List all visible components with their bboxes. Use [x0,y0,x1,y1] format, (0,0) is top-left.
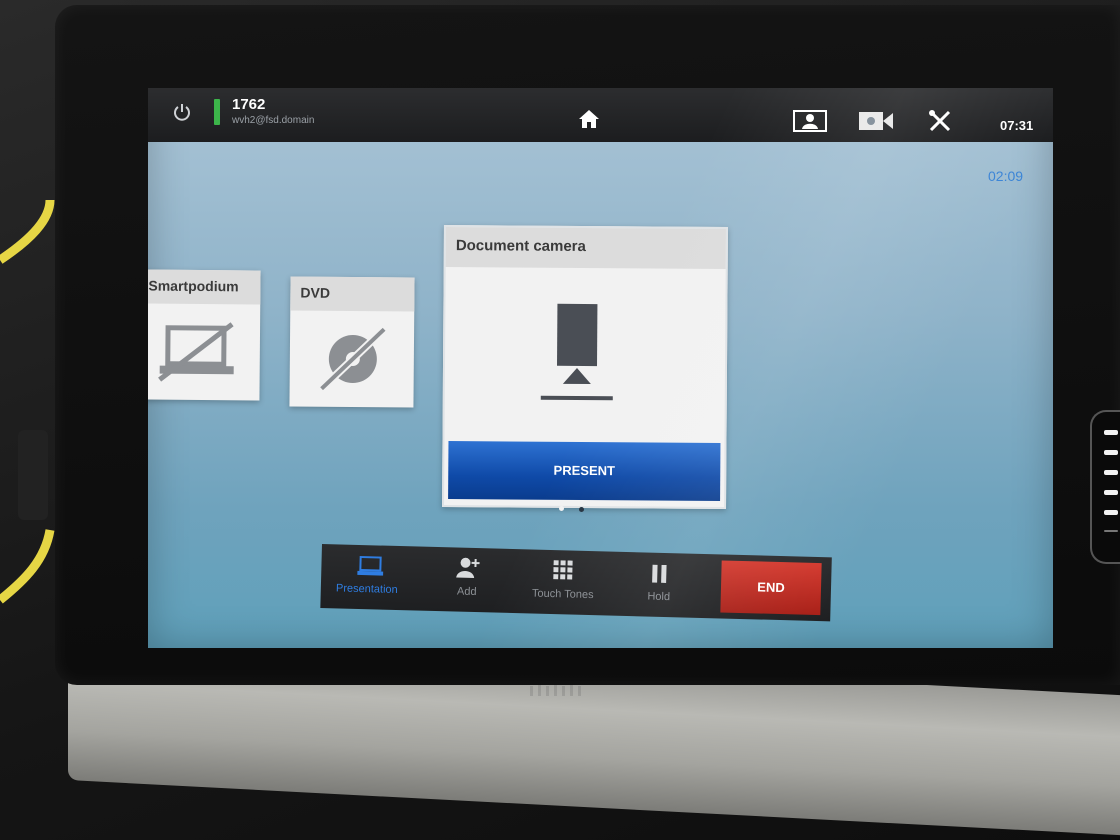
call-control-bar: Presentation Add Touch Tones Hold END [320,544,832,622]
call-uri: wvh2@fsd.domain [232,115,315,126]
add-button[interactable]: Add [424,551,509,609]
camera-control-icon[interactable] [858,110,894,132]
pager-dot[interactable] [579,507,584,512]
volume-indicator[interactable] [1090,410,1120,564]
hold-button[interactable]: Hold [616,556,701,614]
presentation-icon [357,555,384,576]
touch-screen: 1762 wvh2@fsd.domain 07:31 02:09 Smartpo… [148,88,1053,648]
add-label: Add [456,585,477,599]
presentation-label: Presentation [335,582,398,596]
yellow-cable [0,200,55,604]
power-icon[interactable] [172,102,192,122]
clock: 07:31 [1000,118,1034,133]
status-bar: 1762 wvh2@fsd.domain 07:31 [148,88,1053,142]
disc-disabled-icon [318,326,387,392]
present-button[interactable]: PRESENT [448,441,721,501]
touch-tones-label: Touch Tones [531,587,594,602]
source-card-smartpodium[interactable]: Smartpodium [148,269,261,401]
status-indicator [214,99,220,125]
touch-tones-button[interactable]: Touch Tones [520,553,605,611]
home-icon[interactable] [578,108,600,130]
hold-label: Hold [647,590,671,604]
call-duration: 02:09 [988,168,1024,184]
pause-icon [652,564,667,584]
source-card-dvd[interactable]: DVD [289,276,415,408]
add-participant-icon [456,557,480,578]
source-card-document-camera[interactable]: Document camera PRESENT [442,225,728,509]
source-card-label: Document camera [445,227,726,269]
settings-tools-icon[interactable] [928,110,952,132]
selfview-icon[interactable] [793,110,827,132]
source-card-label: Smartpodium [148,269,261,305]
document-camera-icon [540,303,613,401]
pager-dot-active[interactable] [559,506,564,511]
keypad-icon [553,560,573,580]
presentation-button[interactable]: Presentation [324,548,409,606]
call-id: 1762 [232,96,266,113]
laptop-disabled-icon [158,322,234,382]
end-call-button[interactable]: END [720,560,822,616]
source-card-label: DVD [290,276,415,312]
